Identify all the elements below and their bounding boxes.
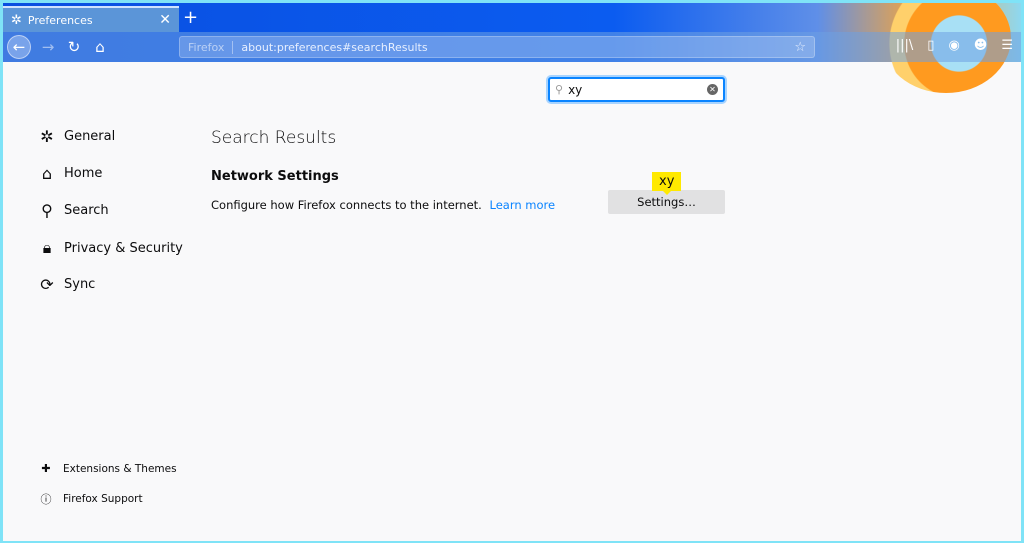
gear-icon: ✲: [40, 127, 54, 146]
clear-search-icon[interactable]: ✕: [707, 84, 718, 95]
page-title: Search Results: [211, 128, 337, 148]
home-button[interactable]: ⌂: [87, 38, 113, 56]
tab-title: Preferences: [27, 13, 93, 27]
url-bar[interactable]: Firefox about:preferences#searchResults …: [179, 36, 815, 58]
home-icon: ⌂: [41, 164, 53, 183]
sidebar-item-home[interactable]: ⌂ Home: [37, 164, 102, 183]
back-button[interactable]: ←: [7, 35, 31, 59]
menu-icon[interactable]: ☰: [1001, 38, 1013, 53]
browser-window: ✲ Preferences ✕ + ← → ↻ ⌂ Firefox about:…: [3, 3, 1021, 541]
close-tab-icon[interactable]: ✕: [159, 12, 171, 28]
navigation-toolbar: ← → ↻ ⌂ Firefox about:preferences#search…: [3, 32, 1021, 62]
url-text: about:preferences#searchResults: [241, 40, 428, 54]
tab-preferences[interactable]: ✲ Preferences ✕: [3, 6, 179, 32]
search-value: xy: [568, 82, 583, 97]
sidebar-item-label: Search: [64, 203, 109, 218]
sidebar-item-search[interactable]: ⚲ Search: [37, 201, 109, 220]
learn-more-link[interactable]: Learn more: [490, 198, 556, 212]
sidebar-item-label: Home: [64, 166, 103, 181]
search-highlight-tooltip: xy: [652, 172, 682, 195]
sidebar-item-label: Sync: [64, 277, 96, 292]
account-icon[interactable]: ◉: [948, 38, 959, 53]
search-icon: ⚲: [41, 201, 53, 220]
description-text: Configure how Firefox connects to the in…: [211, 198, 482, 212]
footer-link-label: Firefox Support: [63, 493, 143, 505]
identity-label: Firefox: [188, 40, 234, 54]
help-icon: ⓘ: [40, 493, 52, 506]
sidebar-item-label: General: [64, 129, 116, 144]
browser-chrome: ✲ Preferences ✕ + ← → ↻ ⌂ Firefox about:…: [3, 3, 1021, 93]
lock-icon: 🔒︎: [42, 238, 52, 257]
gear-icon: ✲: [11, 12, 22, 28]
sidebar-item-sync[interactable]: ⟳ Sync: [37, 275, 95, 294]
sidebar-item-general[interactable]: ✲ General: [37, 127, 115, 146]
search-icon: ⚲: [555, 83, 564, 96]
library-icon[interactable]: |||\: [896, 38, 914, 53]
firefox-support-link[interactable]: ⓘ Firefox Support: [39, 491, 143, 507]
sidebar-item-label: Privacy & Security: [64, 240, 183, 256]
section-description: Configure how Firefox connects to the in…: [211, 198, 555, 212]
puzzle-icon: ✚: [41, 462, 51, 475]
extensions-themes-link[interactable]: ✚ Extensions & Themes: [39, 462, 177, 475]
forward-button[interactable]: →: [35, 38, 61, 56]
sidebar-item-privacy[interactable]: 🔒︎ Privacy & Security: [37, 238, 183, 258]
reload-button[interactable]: ↻: [61, 38, 87, 56]
private-mask-icon[interactable]: ☻: [974, 38, 988, 53]
preferences-search-input[interactable]: ⚲ xy ✕: [548, 77, 725, 102]
sync-icon: ⟳: [40, 275, 54, 294]
footer-link-label: Extensions & Themes: [63, 462, 177, 475]
toolbar-icons: |||\ ▯ ◉ ☻ ☰: [896, 38, 1013, 53]
section-heading: Network Settings: [211, 169, 339, 184]
new-tab-button[interactable]: +: [183, 7, 198, 28]
bookmark-star-icon[interactable]: ☆: [794, 40, 806, 55]
sidebar-icon[interactable]: ▯: [927, 38, 934, 53]
